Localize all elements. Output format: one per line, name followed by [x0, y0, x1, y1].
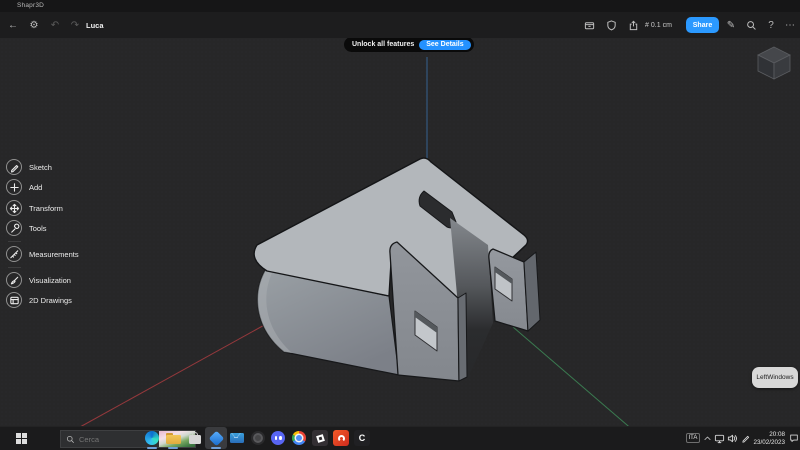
taskbar-app-edge[interactable]	[141, 427, 163, 449]
roblox-icon	[312, 430, 328, 446]
2d-drawings-icon	[6, 292, 22, 308]
clipchamp-icon: C	[354, 430, 370, 446]
taskbar-app-mail[interactable]	[226, 427, 248, 449]
search-icon[interactable]	[742, 12, 760, 38]
tray-language[interactable]: ITA	[686, 426, 700, 450]
network-monitor-icon	[714, 434, 725, 443]
app-title: Shapr3D	[17, 2, 45, 9]
speaker-icon	[727, 434, 737, 442]
tray-volume[interactable]	[727, 426, 738, 450]
tools-wrench-icon	[6, 220, 22, 236]
start-button[interactable]	[16, 433, 28, 445]
clock-time: 20:08	[769, 431, 785, 438]
clock-date: 23/02/2023	[753, 438, 785, 446]
taskbar-app-roblox[interactable]	[309, 427, 331, 449]
shapr3d-icon	[208, 430, 224, 446]
project-name[interactable]: Luca	[86, 12, 104, 38]
export-icon[interactable]	[624, 12, 642, 38]
title-bar: Shapr3D	[0, 0, 800, 12]
shapr3d-window: Shapr3D ← ⚙ ↶ ↷ Luca # 0.1 cm Share ✎ ? …	[0, 0, 800, 450]
see-details-button[interactable]: See Details	[419, 39, 471, 50]
back-icon[interactable]: ←	[4, 12, 22, 38]
active-app-indicator	[211, 447, 221, 449]
file-explorer-icon	[165, 432, 181, 444]
toolbar: ← ⚙ ↶ ↷ Luca # 0.1 cm Share ✎ ? ⋯	[0, 12, 800, 38]
mail-icon	[230, 433, 244, 443]
sidebar-item-2d-drawings[interactable]: 2D Drawings	[6, 291, 72, 309]
tray-network[interactable]	[714, 426, 725, 450]
redo-icon[interactable]: ↷	[66, 12, 84, 38]
more-icon[interactable]: ⋯	[781, 12, 799, 38]
shield-icon[interactable]	[602, 12, 620, 38]
grid-size-value: 0.1 cm	[650, 21, 672, 29]
taskbar-app-camera[interactable]	[247, 427, 269, 449]
open-app-indicator	[168, 447, 178, 449]
sidebar-divider	[8, 267, 21, 268]
sidebar-item-add[interactable]: Add	[6, 178, 42, 196]
sidebar-item-label: 2D Drawings	[29, 295, 72, 305]
sketch-icon	[6, 159, 22, 175]
tray-notifications[interactable]	[789, 426, 799, 450]
sidebar-item-label: Transform	[29, 203, 63, 213]
add-icon	[6, 179, 22, 195]
view-orientation-button[interactable]: LeftWindows	[752, 367, 798, 388]
help-icon[interactable]: ?	[762, 12, 780, 38]
discord-icon	[271, 431, 285, 445]
sidebar-item-measurements[interactable]: Measurements	[6, 245, 79, 263]
taskbar-app-shapr3d[interactable]	[205, 427, 227, 449]
tray-chevron[interactable]	[703, 426, 712, 450]
sidebar-item-label: Measurements	[29, 249, 79, 259]
pencil-icon[interactable]: ✎	[722, 12, 740, 38]
gear-icon[interactable]: ⚙	[25, 12, 43, 38]
transform-icon	[6, 200, 22, 216]
taskbar-app-file-explorer[interactable]	[162, 427, 184, 449]
open-app-indicator	[147, 447, 157, 449]
sidebar-item-sketch[interactable]: Sketch	[6, 158, 52, 176]
sidebar-item-tools[interactable]: Tools	[6, 219, 47, 237]
acrobat-icon	[333, 430, 349, 446]
chrome-icon	[292, 431, 306, 445]
grid-icon: #	[645, 21, 649, 29]
sidebar-item-label: Visualization	[29, 275, 71, 285]
versions-box-icon[interactable]	[580, 12, 598, 38]
camera-lens-icon	[251, 431, 265, 445]
tray-pen[interactable]	[741, 426, 751, 450]
sidebar-item-visualization[interactable]: Visualization	[6, 271, 71, 289]
chevron-up-icon	[704, 436, 711, 440]
sidebar-item-label: Sketch	[29, 162, 52, 172]
notification-icon	[790, 434, 798, 442]
3d-viewport[interactable]	[0, 38, 800, 426]
taskbar-app-discord[interactable]	[267, 427, 289, 449]
trial-banner-message: Unlock all features	[352, 41, 415, 48]
visualization-brush-icon	[6, 272, 22, 288]
search-icon	[66, 435, 74, 443]
windows-taskbar	[0, 426, 800, 450]
tray-clock[interactable]: 20:08 23/02/2023	[752, 426, 785, 450]
grid-size[interactable]: # 0.1 cm	[645, 12, 672, 38]
undo-icon[interactable]: ↶	[46, 12, 64, 38]
taskbar-app-microsoft-store[interactable]	[184, 427, 206, 449]
taskbar-app-acrobat[interactable]	[330, 427, 352, 449]
sidebar-item-label: Tools	[29, 223, 47, 233]
pen-icon	[742, 435, 750, 443]
sidebar-item-transform[interactable]: Transform	[6, 199, 63, 217]
measurements-icon	[6, 246, 22, 262]
microsoft-store-icon	[189, 432, 201, 444]
taskbar-app-chrome[interactable]	[288, 427, 310, 449]
edge-icon	[145, 431, 159, 445]
sidebar-item-label: Add	[29, 182, 43, 192]
share-button[interactable]: Share	[686, 17, 719, 33]
language-badge: ITA	[686, 433, 700, 443]
trial-banner: Unlock all features See Details	[344, 37, 474, 52]
sidebar-divider	[8, 241, 21, 242]
taskbar-app-clipchamp[interactable]: C	[351, 427, 373, 449]
view-cube[interactable]	[750, 42, 796, 86]
